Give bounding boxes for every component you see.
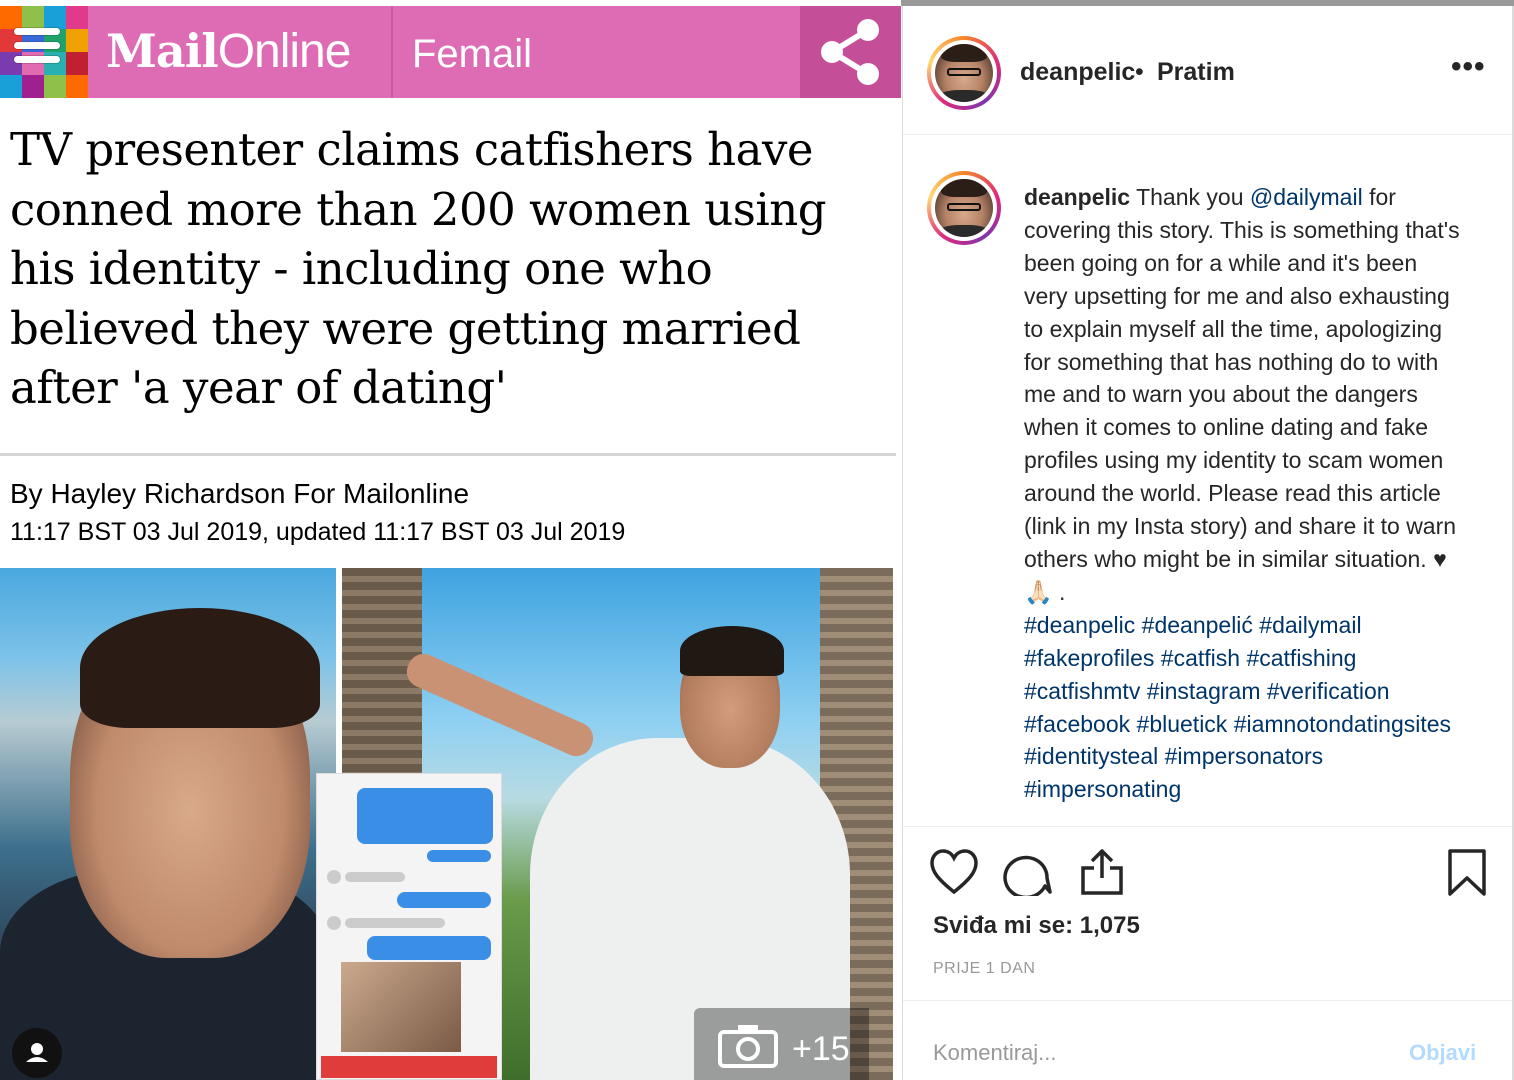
chat-screenshot [316, 773, 502, 1080]
header-divider [391, 6, 393, 98]
dailymail-header: MailOnline Femail [0, 6, 901, 98]
post-timestamp[interactable]: PRIJE 1 DAN [933, 960, 1035, 978]
comment-input[interactable]: Komentiraj... [933, 1040, 1057, 1066]
camera-icon [718, 1025, 778, 1068]
comments-area[interactable]: deanpelic Thank you @dailymail for cover… [903, 141, 1514, 817]
heart-icon[interactable] [929, 848, 979, 896]
caption-text-2: for covering this story. This is somethi… [1024, 184, 1460, 605]
photo-hair [80, 608, 320, 728]
dailymail-article: MailOnline Femail TV presenter claims ca… [0, 0, 901, 1080]
more-options-icon[interactable]: ••• [1451, 50, 1486, 84]
share-button[interactable] [800, 6, 901, 98]
caption-text-1: Thank you [1130, 184, 1250, 210]
divider [0, 453, 896, 456]
header-username[interactable]: deanpelic [1020, 58, 1135, 87]
photo-count: +15 [792, 1030, 850, 1068]
share-icon[interactable] [1077, 848, 1127, 896]
section-label[interactable]: Femail [412, 32, 532, 77]
comment-icon[interactable] [1003, 848, 1053, 896]
post-comment-button[interactable]: Objavi [1409, 1040, 1476, 1066]
menu-button[interactable] [0, 6, 88, 98]
photo-hair-right [680, 626, 784, 676]
article-headline: TV presenter claims catfishers have conn… [10, 123, 827, 414]
post-caption: deanpelic Thank you @dailymail for cover… [1024, 181, 1464, 806]
divider [903, 134, 1514, 135]
instagram-post-panel: deanpelic • Pratim ••• deanpelic Thank y… [902, 6, 1514, 1080]
article-dateline: 11:17 BST 03 Jul 2019, updated 11:17 BST… [10, 518, 626, 546]
mailonline-logo[interactable]: MailOnline [106, 24, 351, 79]
user-icon[interactable] [12, 1028, 62, 1078]
hamburger-icon [14, 28, 60, 74]
follow-status[interactable]: Pratim [1157, 58, 1235, 87]
article-photo-collage[interactable]: +15 [0, 568, 893, 1080]
article-byline: By Hayley Richardson For Mailonline [10, 478, 470, 509]
bookmark-icon[interactable] [1445, 848, 1489, 898]
likes-count[interactable]: Sviđa mi se: 1,075 [933, 912, 1140, 940]
caption-mention[interactable]: @dailymail [1250, 184, 1363, 210]
profile-avatar[interactable] [927, 36, 1001, 110]
divider [903, 1000, 1514, 1001]
header-separator-dot: • [1135, 58, 1144, 86]
caption-avatar[interactable] [927, 171, 1001, 245]
share-icon [821, 19, 879, 85]
caption-hashtags[interactable]: #deanpelic #deanpelić #dailymail #fakepr… [1024, 612, 1451, 803]
caption-username[interactable]: deanpelic [1024, 184, 1130, 210]
divider [903, 826, 1514, 827]
